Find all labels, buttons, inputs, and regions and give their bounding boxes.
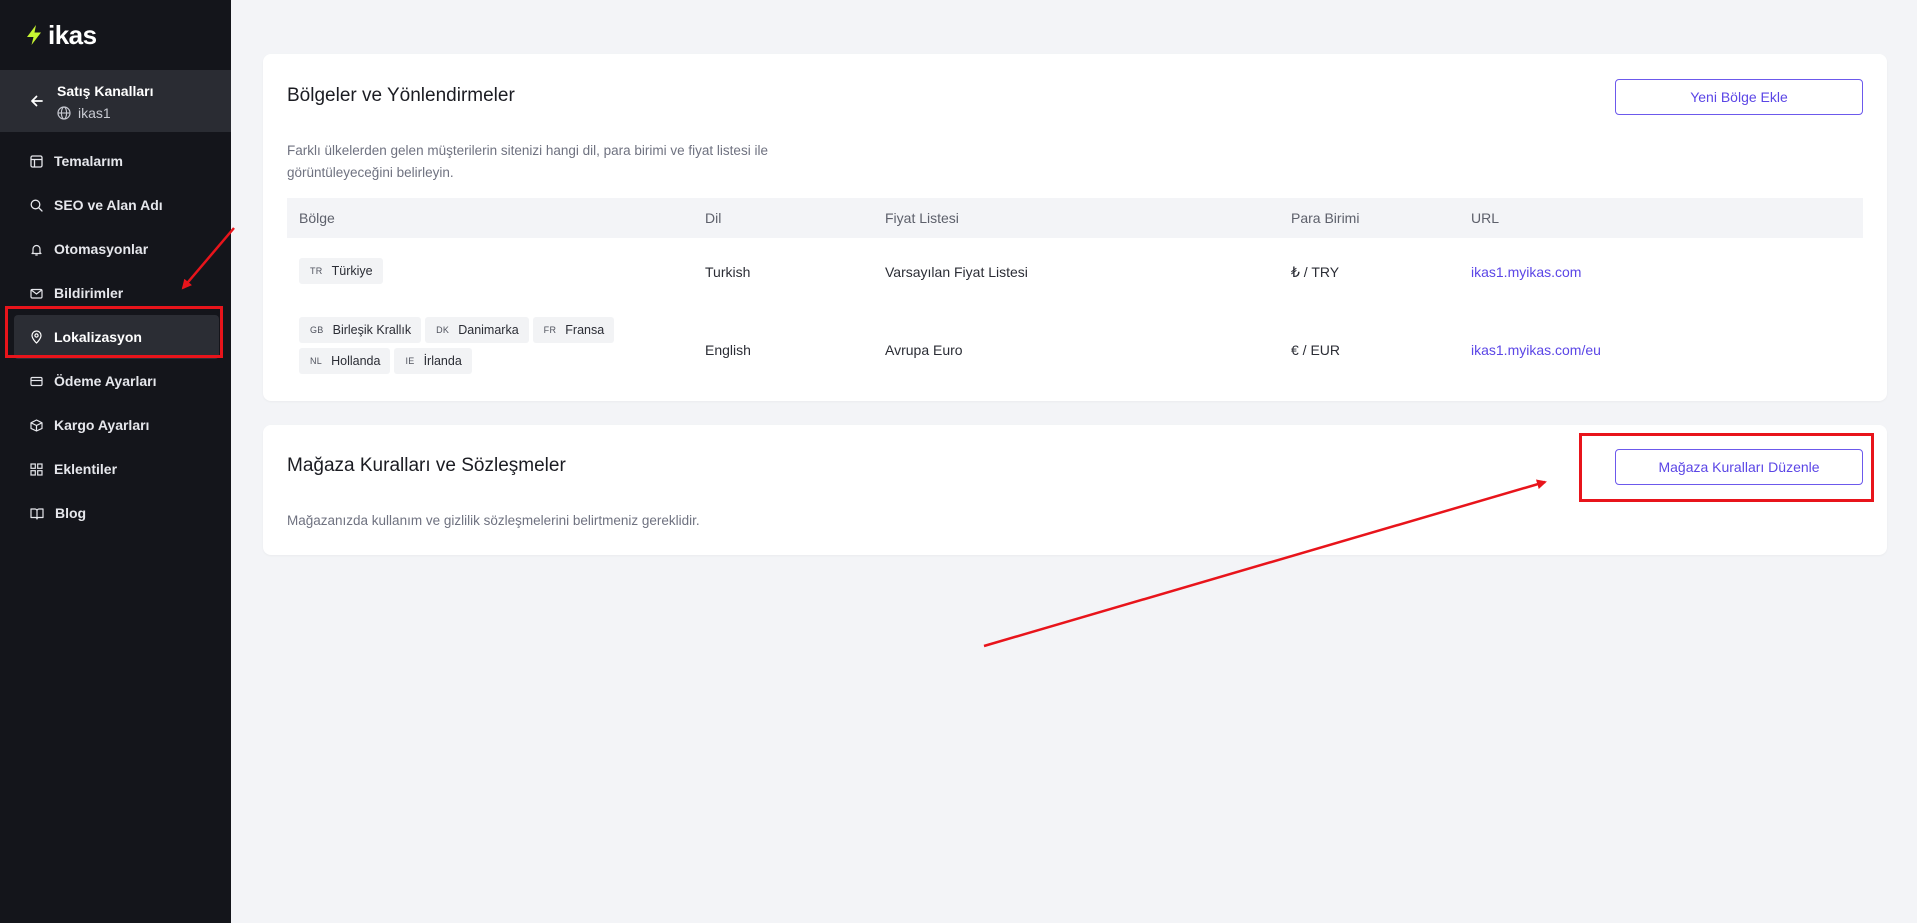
highlight-box-edit-button: [1579, 433, 1874, 502]
sidebar-item-label: Temalarım: [54, 153, 123, 169]
sidebar-item-label: Kargo Ayarları: [54, 417, 150, 433]
arrow-left-icon[interactable]: [28, 92, 46, 110]
sidebar-item-odeme[interactable]: Ödeme Ayarları: [14, 359, 219, 403]
country-tag: FR Fransa: [532, 317, 615, 343]
sidebar-item-blog[interactable]: Blog: [14, 491, 219, 535]
sidebar-item-label: Otomasyonlar: [54, 241, 149, 257]
country-tags: GB Birleşik Krallık DK Danimarka FR Fran…: [299, 317, 659, 374]
highlight-box-lokalizasyon: [5, 306, 223, 358]
store-rules-title: Mağaza Kuralları ve Sözleşmeler: [287, 455, 566, 476]
brand-name: ikas: [48, 20, 97, 50]
book-icon: [30, 507, 44, 520]
bolt-icon: [27, 25, 41, 45]
country-tag: TR Türkiye: [299, 258, 383, 284]
grid-icon: [30, 462, 43, 476]
sidebar-item-temalarim[interactable]: Temalarım: [14, 139, 219, 183]
country-code: NL: [310, 356, 323, 366]
column-header: URL: [1471, 210, 1500, 226]
sidebar-item-seo[interactable]: SEO ve Alan Adı: [14, 183, 219, 227]
sidebar-item-label: Bildirimler: [54, 285, 124, 301]
regions-card: Bölgeler ve Yönlendirmeler Yeni Bölge Ek…: [263, 54, 1887, 401]
currency-cell: € / EUR: [1291, 342, 1341, 358]
sidebar-item-kargo[interactable]: Kargo Ayarları: [14, 403, 219, 447]
sidebar-item-label: Blog: [55, 505, 87, 521]
country-code: IE: [405, 356, 415, 366]
bell-icon: [31, 244, 42, 256]
country-tag: DK Danimarka: [425, 317, 529, 343]
box-icon: [30, 418, 43, 432]
store-rules-description: Mağazanızda kullanım ve gizlilik sözleşm…: [287, 513, 700, 528]
country-tags: TR Türkiye: [299, 258, 659, 284]
column-header: Para Birimi: [1291, 210, 1360, 226]
sales-channel-header[interactable]: Satış Kanalları ikas1: [0, 70, 231, 132]
column-header: Fiyat Listesi: [885, 210, 959, 226]
credit-card-icon: [30, 376, 43, 386]
regions-table: Bölge Dil Fiyat Listesi Para Birimi URL …: [287, 198, 1863, 396]
language-cell: English: [705, 342, 751, 358]
country-name: İrlanda: [423, 354, 462, 368]
country-code: DK: [436, 325, 450, 335]
country-code: TR: [310, 266, 323, 276]
country-tag: GB Birleşik Krallık: [299, 317, 422, 343]
search-icon: [30, 199, 43, 212]
country-name: Danimarka: [458, 323, 519, 337]
sidebar-item-otomasyonlar[interactable]: Otomasyonlar: [14, 227, 219, 271]
country-name: Hollanda: [331, 354, 381, 368]
sales-channel-title: Satış Kanalları: [57, 83, 154, 99]
ikas-logo[interactable]: ikas: [24, 20, 97, 50]
add-region-button[interactable]: Yeni Bölge Ekle: [1615, 79, 1863, 115]
country-code: FR: [543, 325, 557, 335]
store-name-row: ikas1: [57, 105, 111, 121]
table-header: Bölge Dil Fiyat Listesi Para Birimi URL: [287, 198, 1863, 238]
table-row[interactable]: GB Birleşik Krallık DK Danimarka FR Fran…: [287, 306, 1863, 396]
url-link[interactable]: ikas1.myikas.com: [1471, 264, 1581, 280]
country-name: Fransa: [565, 323, 605, 337]
column-header: Dil: [705, 210, 722, 226]
country-name: Türkiye: [331, 264, 373, 278]
column-header: Bölge: [299, 210, 335, 226]
sidebar-item-label: SEO ve Alan Adı: [54, 197, 163, 213]
price-list-cell: Varsayılan Fiyat Listesi: [885, 264, 1028, 280]
currency-cell: ₺ / TRY: [1291, 264, 1340, 280]
globe-icon: [57, 106, 71, 120]
country-tag: IE İrlanda: [394, 348, 472, 374]
language-cell: Turkish: [705, 264, 751, 280]
sidebar-item-label: Ödeme Ayarları: [54, 373, 157, 389]
store-name: ikas1: [78, 105, 111, 121]
layout-icon: [30, 154, 43, 168]
table-row[interactable]: TR Türkiye Turkish Varsayılan Fiyat List…: [287, 238, 1863, 306]
regions-description: Farklı ülkelerden gelen müşterilerin sit…: [287, 143, 768, 180]
country-tag: NL Hollanda: [299, 348, 391, 374]
regions-title: Bölgeler ve Yönlendirmeler: [287, 85, 515, 106]
mail-icon: [30, 288, 43, 299]
sidebar-item-label: Eklentiler: [54, 461, 118, 477]
sidebar: ikas Satış Kanalları ikas1 Temalarım SEO…: [0, 0, 231, 923]
url-link[interactable]: ikas1.myikas.com/eu: [1471, 342, 1601, 358]
sidebar-item-eklentiler[interactable]: Eklentiler: [14, 447, 219, 491]
price-list-cell: Avrupa Euro: [885, 342, 963, 358]
country-code: GB: [310, 325, 324, 335]
country-name: Birleşik Krallık: [332, 323, 412, 337]
